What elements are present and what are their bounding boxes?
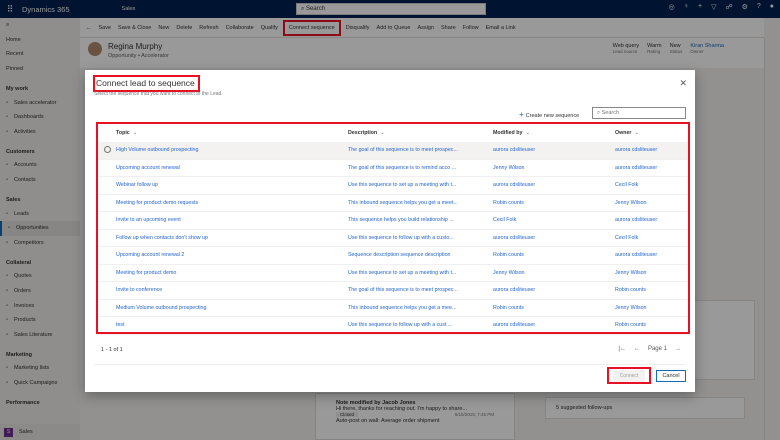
table-row[interactable]: Upcoming account renewal 2 Sequence descr… bbox=[98, 247, 688, 265]
modified-by-link[interactable]: Robin counts bbox=[493, 252, 615, 258]
description-cell: The goal of this sequence is to meet pro… bbox=[348, 287, 458, 294]
modified-by-link[interactable]: aurora cdsliteuser bbox=[493, 322, 615, 328]
close-icon[interactable]: ✕ bbox=[679, 78, 687, 89]
table-row[interactable]: Medium Volume outbound prospecting This i… bbox=[98, 300, 688, 317]
sequence-search-input[interactable]: ⌕ Search bbox=[592, 107, 686, 119]
topic-link[interactable]: Meeting for product demo requests bbox=[116, 200, 348, 206]
divider bbox=[94, 364, 686, 365]
chevron-down-icon: ⌄ bbox=[132, 130, 138, 136]
create-new-sequence-button[interactable]: + Create new sequence bbox=[519, 110, 579, 119]
modified-by-link[interactable]: Robin counts bbox=[493, 305, 615, 311]
column-label: Owner bbox=[615, 130, 632, 136]
table-row[interactable]: Upcoming account renewal The goal of this… bbox=[98, 160, 688, 177]
cancel-button[interactable]: Cancel bbox=[656, 370, 686, 382]
description-cell: This sequence helps you build relationsh… bbox=[348, 217, 454, 224]
owner-link[interactable]: aurora cdsliteuser bbox=[615, 147, 685, 153]
table-row[interactable]: Meeting for product demo Use this sequenc… bbox=[98, 265, 688, 282]
topic-link[interactable]: Invite to conference bbox=[116, 287, 348, 293]
chevron-down-icon: ⌄ bbox=[634, 130, 639, 136]
modified-by-link[interactable]: Cecil Folk bbox=[493, 217, 615, 223]
modified-by-link[interactable]: Robin counts bbox=[493, 200, 615, 206]
radio-button[interactable] bbox=[103, 145, 111, 153]
plus-icon: + bbox=[519, 110, 524, 119]
create-label: Create new sequence bbox=[525, 113, 580, 119]
topic-link[interactable]: Upcoming account renewal bbox=[116, 165, 348, 171]
modified-by-link[interactable]: aurora cdsliteuser bbox=[493, 287, 615, 293]
owner-link[interactable]: aurora cdsliteuser bbox=[615, 252, 685, 258]
row-select[interactable] bbox=[98, 145, 116, 155]
description-cell: Use this sequence to follow up with a cu… bbox=[348, 322, 453, 329]
column-header-topic[interactable]: Topic ⌄ bbox=[116, 130, 348, 136]
description-cell: This inbound sequence helps you get a me… bbox=[348, 199, 458, 206]
table-row[interactable]: Webinar follow up Use this sequence to se… bbox=[98, 177, 688, 195]
column-label: Modified by bbox=[493, 130, 523, 136]
owner-link[interactable]: Robin counts bbox=[615, 287, 685, 293]
modified-by-link[interactable]: aurora cdsliteuser bbox=[493, 182, 615, 188]
description-cell: The goal of this sequence is to remind a… bbox=[348, 164, 457, 171]
page-label: Page 1 bbox=[647, 346, 667, 352]
modified-by-link[interactable]: aurora cdsliteuser bbox=[493, 235, 615, 241]
modified-by-link[interactable]: aurora cdsliteuser bbox=[493, 147, 615, 153]
chevron-down-icon: ⌄ bbox=[525, 130, 530, 136]
owner-link[interactable]: Cecil Folk bbox=[615, 235, 685, 241]
topic-link[interactable]: Follow up when contacts don't show up bbox=[116, 235, 348, 241]
table-row[interactable]: Invite to an upcoming event This sequence… bbox=[98, 212, 688, 230]
dialog-description: Select the sequence that you want to con… bbox=[94, 91, 223, 97]
topic-link[interactable]: Invite to an upcoming event bbox=[116, 217, 348, 223]
record-count: 1 - 1 of 1 bbox=[101, 347, 123, 353]
table-row[interactable]: Invite to conference The goal of this seq… bbox=[98, 282, 688, 300]
next-page-icon[interactable]: → bbox=[675, 346, 681, 352]
owner-link[interactable]: aurora cdsliteuser bbox=[615, 217, 685, 223]
column-header-owner[interactable]: Owner ⌄ bbox=[615, 130, 685, 136]
topic-link[interactable]: Webinar follow up bbox=[116, 182, 348, 188]
topic-link[interactable]: Upcoming account renewal 2 bbox=[116, 252, 348, 258]
description-cell: Use this sequence to set up a meeting wi… bbox=[348, 182, 457, 189]
owner-link[interactable]: aurora cdsliteuser bbox=[615, 165, 685, 171]
table-row[interactable]: Follow up when contacts don't show up Use… bbox=[98, 230, 688, 247]
connect-button[interactable]: Connect bbox=[612, 369, 646, 382]
topic-link[interactable]: High Volume outbound prospecting bbox=[116, 147, 348, 153]
dialog-title: Connect lead to sequence bbox=[93, 75, 200, 92]
table-header: Topic ⌄ Description ⌄ Modified by ⌄ Owner ⌄ bbox=[98, 124, 688, 142]
topic-link[interactable]: Medium Volume outbound prospecting bbox=[116, 305, 348, 311]
connect-button-highlight: Connect bbox=[607, 367, 651, 384]
sequence-table: Topic ⌄ Description ⌄ Modified by ⌄ Owner ⌄ High… bbox=[96, 122, 690, 335]
owner-link[interactable]: Jenny Wilson bbox=[615, 270, 685, 276]
description-cell: Use this sequence to follow up with a cu… bbox=[348, 234, 454, 241]
column-label: Topic bbox=[116, 130, 130, 136]
owner-link[interactable]: Jenny Wilson bbox=[615, 200, 685, 206]
owner-link[interactable]: Jenny Wilson bbox=[615, 305, 685, 311]
pager: |← ← Page 1 → bbox=[618, 346, 681, 352]
description-cell: Sequence description sequence descriptio… bbox=[348, 252, 451, 259]
previous-page-icon[interactable]: ← bbox=[634, 346, 640, 352]
column-label: Description bbox=[348, 130, 378, 136]
search-placeholder: Search bbox=[601, 110, 620, 116]
modified-by-link[interactable]: Jenny Wilson bbox=[493, 165, 615, 171]
owner-link[interactable]: Cecil Folk bbox=[615, 182, 685, 188]
modified-by-link[interactable]: Jenny Wilson bbox=[493, 270, 615, 276]
description-cell: This inbound sequence helps you get a me… bbox=[348, 304, 457, 311]
column-header-modified-by[interactable]: Modified by ⌄ bbox=[493, 130, 615, 136]
table-row[interactable]: Meeting for product demo requests This in… bbox=[98, 195, 688, 212]
topic-link[interactable]: test bbox=[116, 322, 348, 328]
first-page-icon[interactable]: |← bbox=[618, 346, 626, 352]
description-cell: The goal of this sequence is to meet pro… bbox=[348, 147, 458, 154]
column-header-description[interactable]: Description ⌄ bbox=[348, 130, 493, 136]
description-cell: Use this sequence to set up a meeting wi… bbox=[348, 269, 457, 276]
topic-link[interactable]: Meeting for product demo bbox=[116, 270, 348, 276]
chevron-down-icon: ⌄ bbox=[380, 130, 385, 136]
connect-sequence-dialog: Connect lead to sequence ✕ Select the se… bbox=[85, 70, 695, 392]
table-row[interactable]: test Use this sequence to follow up with … bbox=[98, 317, 688, 335]
owner-link[interactable]: Robin counts bbox=[615, 322, 685, 328]
table-row[interactable]: High Volume outbound prospecting The goal… bbox=[98, 142, 688, 160]
